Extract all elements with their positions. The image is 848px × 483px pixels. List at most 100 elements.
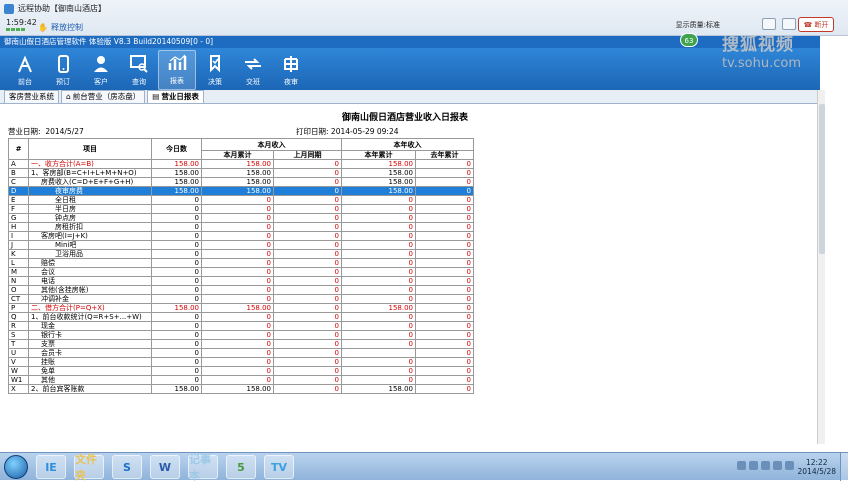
row-item: 会员卡 — [28, 348, 152, 358]
tab-daily-report[interactable]: ▤ 营业日报表 — [147, 90, 204, 103]
row-value: 0 — [341, 375, 416, 385]
row-value: 0 — [273, 159, 342, 169]
table-row[interactable]: I 客房吧(I=J+K) 0 0 0 0 0 — [8, 231, 474, 241]
tray-icon[interactable] — [761, 461, 770, 470]
row-value: 0 — [341, 249, 416, 259]
taskbar-app-4[interactable]: 记事本 — [188, 453, 218, 482]
table-row[interactable]: P 二、借方合计(P=Q+X) 158.00 158.00 0 158.00 0 — [8, 303, 474, 313]
settings-icon[interactable] — [782, 18, 796, 30]
row-value: 0 — [273, 249, 342, 259]
table-row[interactable]: G 钟点房 0 0 0 0 0 — [8, 213, 474, 223]
row-value: 0 — [341, 276, 416, 286]
row-value: 0 — [415, 339, 474, 349]
row-value: 0 — [415, 168, 474, 178]
fullscreen-icon[interactable] — [762, 18, 776, 30]
table-row[interactable]: M 会议 0 0 0 0 0 — [8, 267, 474, 277]
row-value: 0 — [201, 276, 274, 286]
toolbar-button-1[interactable]: 预订 — [44, 50, 82, 90]
table-row[interactable]: U 会员卡 0 0 0 0 — [8, 348, 474, 358]
row-value: 0 — [341, 213, 416, 223]
table-row[interactable]: A 一、收方合计(A=B) 158.00 158.00 0 158.00 0 — [8, 159, 474, 169]
display-quality[interactable]: 显示质量:标准 — [676, 20, 720, 30]
table-row[interactable]: W1 其他 0 0 0 0 0 — [8, 375, 474, 385]
taskbar-app-2[interactable]: S — [112, 455, 142, 479]
taskbar-app-6[interactable]: TV — [264, 455, 294, 479]
chart-icon — [168, 54, 187, 70]
tray-icon[interactable] — [737, 461, 746, 470]
tab-room-system[interactable]: 客房营业系统 — [4, 90, 59, 103]
row-value: 0 — [273, 312, 342, 322]
table-row[interactable]: S 银行卡 0 0 0 0 0 — [8, 330, 474, 340]
toolbar-button-4[interactable]: 报表 — [158, 50, 196, 90]
taskbar-app-1[interactable]: 文件夹 — [74, 453, 104, 482]
table-row[interactable]: B 1、客房部(B=C+I+L+M+N+O) 158.00 158.00 0 158.00… — [8, 168, 474, 178]
table-row[interactable]: X 2、前台宾客账款 158.00 158.00 0 158.00 0 — [8, 384, 474, 394]
taskbar-clock[interactable]: 12:22 2014/5/28 — [798, 458, 836, 476]
col-hash: # — [8, 138, 29, 160]
row-value: 0 — [341, 357, 416, 367]
row-value: 0 — [201, 312, 274, 322]
table-row[interactable]: C 房费收入(C=D+E+F+G+H) 158.00 158.00 0 158.00 0 — [8, 177, 474, 187]
row-value: 0 — [151, 348, 202, 358]
toolbar-button-7[interactable]: 夜审 — [272, 50, 310, 90]
tray-icon[interactable] — [773, 461, 782, 470]
toolbar-button-5[interactable]: 决策 — [196, 50, 234, 90]
scroll-thumb[interactable] — [819, 104, 825, 254]
release-control-button[interactable]: ✋ 释放控制 — [38, 22, 83, 33]
table-row[interactable]: W 免单 0 0 0 0 0 — [8, 366, 474, 376]
row-item: 一、收方合计(A=B) — [28, 159, 152, 169]
tray-icon[interactable] — [749, 461, 758, 470]
table-row[interactable]: E 全日租 0 0 0 0 0 — [8, 195, 474, 205]
report-title: 御南山假日酒店营业收入日报表 — [341, 113, 468, 123]
toolbar-button-6[interactable]: 交班 — [234, 50, 272, 90]
table-row[interactable]: F 半日房 0 0 0 0 0 — [8, 204, 474, 214]
row-value: 158.00 — [151, 303, 202, 313]
search-monitor-icon — [130, 55, 148, 73]
table-row[interactable]: N 电话 0 0 0 0 0 — [8, 276, 474, 286]
table-row[interactable]: D 夜审房费 158.00 158.00 0 158.00 0 — [8, 186, 474, 196]
row-value: 0 — [415, 366, 474, 376]
row-value: 0 — [201, 357, 274, 367]
taskbar-app-5[interactable]: 5 — [226, 455, 256, 479]
row-item: 半日房 — [28, 204, 152, 214]
tab-front-desk[interactable]: ⌂ 前台营业（房态盘） — [61, 90, 146, 103]
toolbar-button-2[interactable]: 客户 — [82, 50, 120, 90]
table-row[interactable]: O 其他(含挂房帐) 0 0 0 0 0 — [8, 285, 474, 295]
table-row[interactable]: V 挂账 0 0 0 0 0 — [8, 357, 474, 367]
toolbar-button-3[interactable]: 查询 — [120, 50, 158, 90]
row-value: 0 — [273, 330, 342, 340]
row-code: L — [8, 258, 29, 268]
row-value: 0 — [341, 366, 416, 376]
start-button[interactable] — [4, 455, 28, 479]
row-item: 房租折扣 — [28, 222, 152, 232]
row-value: 0 — [201, 213, 274, 223]
row-value: 0 — [273, 339, 342, 349]
table-row[interactable]: L 赔偿 0 0 0 0 0 — [8, 258, 474, 268]
table-row[interactable]: K 卫浴用品 0 0 0 0 0 — [8, 249, 474, 259]
taskbar-app-0[interactable]: IE — [36, 455, 66, 479]
row-item: 会议 — [28, 267, 152, 277]
row-item: 钟点房 — [28, 213, 152, 223]
volume-icon[interactable] — [785, 461, 794, 470]
disconnect-button[interactable]: ☎ 断开 — [798, 17, 834, 32]
table-row[interactable]: R 现金 0 0 0 0 0 — [8, 321, 474, 331]
row-value: 0 — [273, 366, 342, 376]
row-value: 0 — [341, 330, 416, 340]
row-value: 158.00 — [341, 384, 416, 394]
table-row[interactable]: T 支票 0 0 0 0 0 — [8, 339, 474, 349]
table-row[interactable]: CT 冲调补金 0 0 0 0 0 — [8, 294, 474, 304]
toolbar-button-0[interactable]: 前台 — [6, 50, 44, 90]
show-desktop-button[interactable] — [840, 453, 848, 481]
col-month-last: 上月同期 — [273, 150, 342, 160]
report-icon: ▤ — [152, 92, 160, 101]
row-value: 0 — [273, 177, 342, 187]
taskbar-app-3[interactable]: W — [150, 455, 180, 479]
row-item: 2、前台宾客账款 — [28, 384, 152, 394]
table-row[interactable]: J Mini吧 0 0 0 0 0 — [8, 240, 474, 250]
row-value: 0 — [341, 195, 416, 205]
row-item: 夜审房费 — [28, 186, 152, 196]
row-value: 0 — [415, 177, 474, 187]
vertical-scrollbar[interactable] — [817, 90, 825, 444]
table-row[interactable]: Q 1、前台收款统计(Q=R+S+...+W) 0 0 0 0 0 — [8, 312, 474, 322]
table-row[interactable]: H 房租折扣 0 0 0 0 0 — [8, 222, 474, 232]
